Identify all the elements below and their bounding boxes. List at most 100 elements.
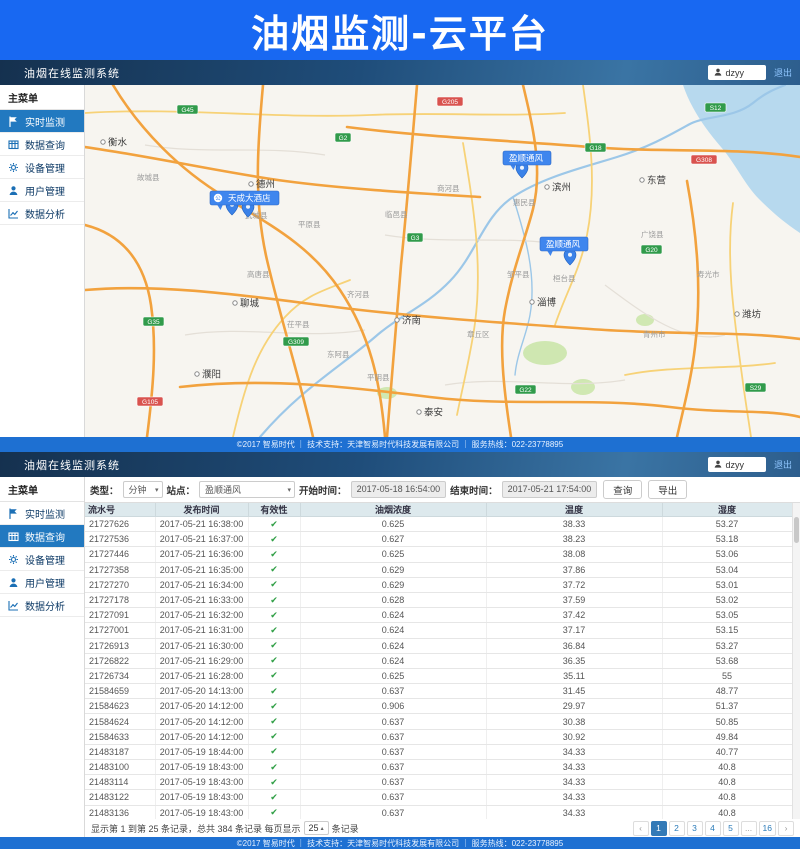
table-row[interactable]: 215846232017-05-20 14:12:00✔0.90629.9751… [85,699,792,714]
table-row[interactable]: 214831222017-05-19 18:43:00✔0.63734.3340… [85,790,792,805]
table-row[interactable]: 217268222017-05-21 16:29:00✔0.62436.3553… [85,653,792,668]
table-scrollbar[interactable] [792,503,800,819]
chart-icon [8,208,20,219]
cell: 2017-05-19 18:43:00 [155,790,248,805]
sidebar-item-1[interactable]: 实时监测 [0,110,84,133]
cell: 53.05 [662,608,792,623]
city-label: 聊城 [233,298,260,310]
table-row[interactable]: 217273582017-05-21 16:35:00✔0.62937.8653… [85,562,792,577]
logout-link[interactable]: 退出 [774,66,792,79]
svg-text:盈顺通风: 盈顺通风 [509,153,544,163]
map-canvas[interactable]: G45G2G3G18G20G35S12G22S29G309G105G205G30… [85,85,800,437]
site-select[interactable]: 盈顺通风▾ [199,481,295,498]
sidebar-item-2[interactable]: 数据查询 [0,525,84,548]
cell: 21726822 [85,653,155,668]
page-size-value: 25 [309,823,319,833]
prev-page-button[interactable]: ‹ [633,821,649,836]
sidebar-item-5[interactable]: 数据分析 [0,594,84,617]
city-label: 德州 [249,179,275,191]
sidebar-item-4[interactable]: 用户管理 [0,571,84,594]
user-box[interactable]: dzyy [708,457,766,472]
cell: 0.637 [300,729,486,744]
svg-text:S12: S12 [710,105,722,112]
table-row[interactable]: 215846332017-05-20 14:12:00✔0.63730.9249… [85,729,792,744]
table-row[interactable]: 217270912017-05-21 16:32:00✔0.62437.4253… [85,608,792,623]
table-row[interactable]: 217276262017-05-21 16:38:00✔0.62538.3353… [85,517,792,532]
svg-text:G18: G18 [589,145,602,152]
column-header[interactable]: 温度 [486,503,662,517]
table-row[interactable]: 215846242017-05-20 14:12:00✔0.63730.3850… [85,714,792,729]
county-label: 邹平县 [507,269,530,279]
svg-text:淄博: 淄博 [537,297,557,309]
scrollbar-thumb[interactable] [794,517,799,543]
logout-link[interactable]: 退出 [774,458,792,471]
sidebar-item-2[interactable]: 数据查询 [0,133,84,156]
sidebar-item-1[interactable]: 实时监测 [0,502,84,525]
cell: 21483136 [85,805,155,819]
column-header[interactable]: 有效性 [248,503,300,517]
table-row[interactable]: 217274462017-05-21 16:36:00✔0.62538.0853… [85,547,792,562]
table-row[interactable]: 214831142017-05-19 18:43:00✔0.63734.3340… [85,775,792,790]
end-time-input[interactable]: 2017-05-21 17:54:00 [502,481,598,498]
sidebar-monitor: 主菜单 实时监测数据查询设备管理用户管理数据分析 [0,85,85,437]
sidebar-query: 主菜单 实时监测数据查询设备管理用户管理数据分析 [0,477,85,837]
cell: 38.23 [486,532,662,547]
start-time-input[interactable]: 2017-05-18 16:54:00 [351,481,447,498]
county-label: 平阴县 [367,373,390,382]
column-header[interactable]: 油烟浓度 [300,503,486,517]
cell: 2017-05-21 16:37:00 [155,532,248,547]
record-summary-suffix: 条记录 [332,822,359,835]
table-row[interactable]: 217275362017-05-21 16:37:00✔0.62738.2353… [85,532,792,547]
road-badge: G35 [143,317,164,326]
sidebar-item-5[interactable]: 数据分析 [0,202,84,225]
next-page-button[interactable]: › [778,821,794,836]
cell: 21483122 [85,790,155,805]
end-time-label: 结束时间： [450,483,498,497]
table-row[interactable]: 217269132017-05-21 16:30:00✔0.62436.8453… [85,638,792,653]
minor-roads [145,145,725,385]
cell: 50.85 [662,714,792,729]
table-row[interactable]: 217272702017-05-21 16:34:00✔0.62937.7253… [85,577,792,592]
cell: 40.8 [662,760,792,775]
user-box[interactable]: dzyy [708,65,766,80]
table-row[interactable]: 217270012017-05-21 16:31:00✔0.62437.1753… [85,623,792,638]
column-header[interactable]: 流水号 [85,503,155,517]
type-select[interactable]: 分钟▾ [123,481,163,498]
sidebar-item-3[interactable]: 设备管理 [0,156,84,179]
highways [85,85,800,437]
page-button-16[interactable]: 16 [759,821,776,836]
table-row[interactable]: 214831002017-05-19 18:43:00✔0.63734.3340… [85,760,792,775]
page-button-2[interactable]: 2 [669,821,685,836]
table-row[interactable]: 215846592017-05-20 14:13:00✔0.63731.4548… [85,684,792,699]
start-time-label: 开始时间： [299,483,347,497]
page-button-3[interactable]: 3 [687,821,703,836]
cell: 0.629 [300,562,486,577]
valid-check-icon: ✔ [270,670,278,680]
map-marker-icon[interactable] [564,249,576,265]
validity-cell: ✔ [248,760,300,775]
export-button[interactable]: 导出 [648,480,687,499]
cell: 40.8 [662,805,792,819]
table-row[interactable]: 217267342017-05-21 16:28:00✔0.62535.1155 [85,668,792,683]
page-button-1[interactable]: 1 [651,821,667,836]
column-header[interactable]: 发布时间 [155,503,248,517]
cell: 37.42 [486,608,662,623]
sidebar-item-3[interactable]: 设备管理 [0,548,84,571]
page-button-4[interactable]: 4 [705,821,721,836]
query-button[interactable]: 查询 [603,480,642,499]
county-label: 寿光市 [697,269,720,279]
sidebar-item-4[interactable]: 用户管理 [0,179,84,202]
cell: 21584624 [85,714,155,729]
column-header[interactable]: 湿度 [662,503,792,517]
validity-cell: ✔ [248,638,300,653]
table-row[interactable]: 214831872017-05-19 18:44:00✔0.63734.3340… [85,744,792,759]
user-icon [714,460,722,470]
table-row[interactable]: 214831362017-05-19 18:43:00✔0.63734.3340… [85,805,792,819]
table-row[interactable]: 217271782017-05-21 16:33:00✔0.62837.5953… [85,592,792,607]
valid-check-icon: ✔ [270,549,278,559]
page-button-5[interactable]: 5 [723,821,739,836]
cell: 0.624 [300,653,486,668]
page-size-select[interactable]: 25▴ [304,821,329,835]
county-label: 桓台县 [553,273,576,283]
svg-text:潍坊: 潍坊 [742,309,762,321]
